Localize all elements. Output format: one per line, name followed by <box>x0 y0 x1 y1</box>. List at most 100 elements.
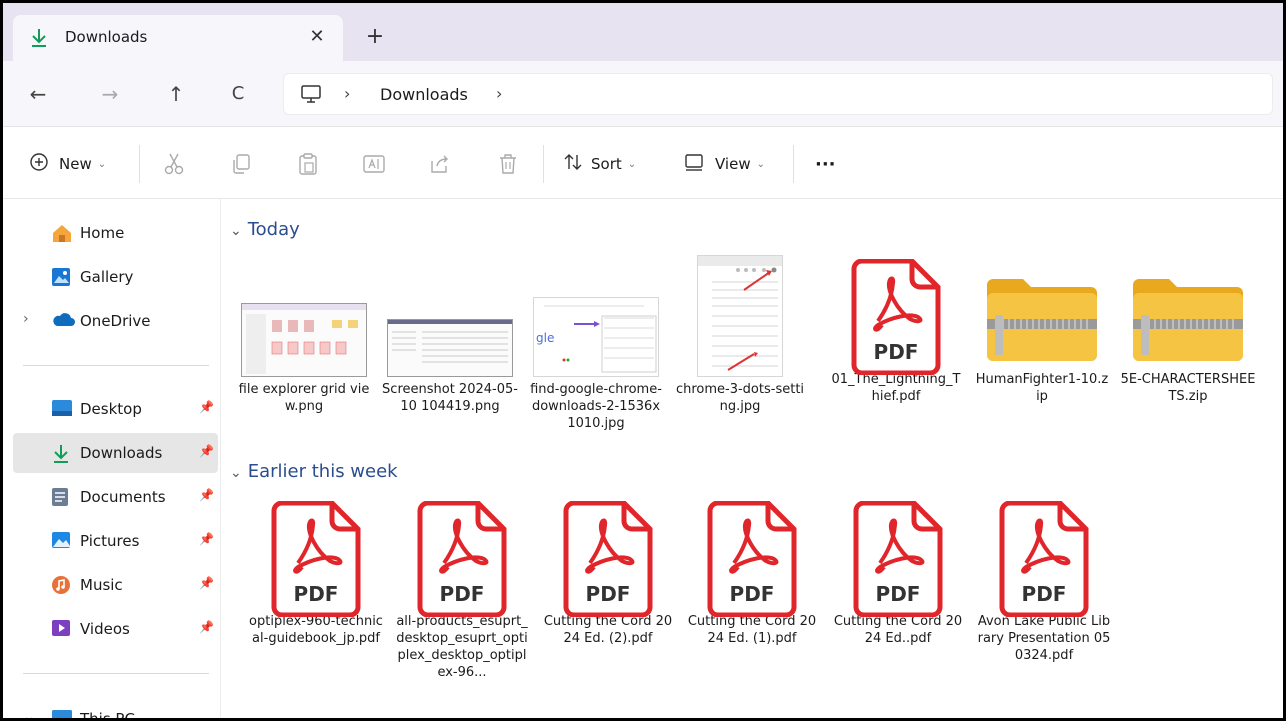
chevron-down-icon: ⌄ <box>756 158 765 170</box>
file-item[interactable]: chrome-3-dots-setting.jpg <box>672 255 808 415</box>
file-list-area: ⌄ Today file explorer grid view.png Scree… <box>222 199 1283 718</box>
pdf-icon: PDF <box>704 500 800 618</box>
pin-icon[interactable]: 📌 <box>199 532 214 546</box>
pdf-icon: PDF <box>996 500 1092 618</box>
file-item[interactable]: PDF optiplex-960-technical-guidebook_jp.… <box>248 500 384 647</box>
address-bar[interactable]: › Downloads › <box>283 73 1273 115</box>
delete-icon[interactable] <box>495 151 521 177</box>
cut-icon[interactable] <box>161 151 187 177</box>
pin-icon[interactable]: 📌 <box>199 400 214 414</box>
sort-button[interactable]: Sort ⌄ <box>563 149 636 179</box>
breadcrumb-downloads[interactable]: Downloads <box>380 85 468 104</box>
file-item[interactable]: PDF Cutting the Cord 2024 Ed..pdf <box>830 500 966 647</box>
zip-folder-icon <box>1129 271 1247 367</box>
sidebar-item-documents[interactable]: Documents 📌 <box>13 477 218 517</box>
navigation-pane: Home Gallery › OneDrive Desktop 📌 Downlo… <box>3 199 221 718</box>
back-button[interactable]: ← <box>23 79 53 109</box>
view-button[interactable]: View ⌄ <box>683 149 765 179</box>
copy-icon[interactable] <box>229 151 255 177</box>
forward-button[interactable]: → <box>95 79 125 109</box>
file-name: HumanFighter1-10.zip <box>975 372 1109 404</box>
pictures-icon <box>51 531 71 551</box>
file-item[interactable]: PDF Cutting the Cord 2024 Ed. (2).pdf <box>540 500 676 647</box>
sidebar-item-music[interactable]: Music 📌 <box>13 565 218 605</box>
group-header-today[interactable]: ⌄ Today <box>230 219 300 240</box>
file-name: 01_The_Lightning_Thief.pdf <box>831 372 961 404</box>
sidebar-item-label: Home <box>80 224 125 242</box>
file-name: optiplex-960-technical-guidebook_jp.pdf <box>249 614 383 646</box>
sidebar-item-gallery[interactable]: Gallery <box>13 257 218 297</box>
sidebar-item-label: Downloads <box>80 444 163 462</box>
new-button[interactable]: New ⌄ <box>29 149 106 179</box>
this-pc-icon[interactable] <box>300 84 322 108</box>
share-icon[interactable] <box>427 151 453 177</box>
paste-icon[interactable] <box>295 151 321 177</box>
file-name: Cutting the Cord 2024 Ed. (1).pdf <box>687 614 817 646</box>
file-name: Cutting the Cord 2024 Ed..pdf <box>833 614 963 646</box>
file-item[interactable]: 5E-CHARACTERSHEETS.zip <box>1120 271 1256 405</box>
divider <box>23 365 209 366</box>
pin-icon[interactable]: 📌 <box>199 488 214 502</box>
new-tab-button[interactable]: + <box>361 23 389 51</box>
file-item[interactable]: HumanFighter1-10.zip <box>974 271 1110 405</box>
up-button[interactable]: ↑ <box>161 79 191 109</box>
svg-text:gle: gle <box>536 331 554 345</box>
sidebar-item-label: Documents <box>80 488 166 506</box>
close-tab-icon[interactable]: ✕ <box>303 23 331 51</box>
pin-icon[interactable]: 📌 <box>199 444 214 458</box>
file-item[interactable]: PDF Cutting the Cord 2024 Ed. (1).pdf <box>684 500 820 647</box>
breadcrumb-chevron-icon[interactable]: › <box>496 84 502 103</box>
sidebar-item-pictures[interactable]: Pictures 📌 <box>13 521 218 561</box>
sidebar-item-label: Gallery <box>80 268 134 286</box>
pin-icon[interactable]: 📌 <box>199 576 214 590</box>
chevron-right-icon[interactable]: › <box>23 311 29 327</box>
rename-icon[interactable] <box>361 151 387 177</box>
chevron-down-icon[interactable]: ⌄ <box>23 709 35 718</box>
sidebar-item-videos[interactable]: Videos 📌 <box>13 609 218 649</box>
image-thumbnail <box>241 303 367 377</box>
download-arrow-icon <box>29 27 49 53</box>
file-item[interactable]: PDF 01_The_Lightning_Thief.pdf <box>828 258 964 405</box>
file-item[interactable]: PDF all-products_esuprt_desktop_esuprt_o… <box>394 500 530 681</box>
new-label: New <box>59 155 92 173</box>
gallery-icon <box>51 267 71 287</box>
tab-downloads[interactable]: Downloads ✕ <box>13 15 343 61</box>
divider <box>139 145 140 183</box>
file-name: Avon Lake Public Library Presentation 05… <box>977 614 1111 663</box>
pdf-icon: PDF <box>848 258 944 376</box>
downloads-icon <box>51 443 71 463</box>
image-thumbnail: gle <box>533 297 659 377</box>
file-name: 5E-CHARACTERSHEETS.zip <box>1120 372 1256 404</box>
file-name: all-products_esuprt_desktop_esuprt_optip… <box>396 614 528 680</box>
file-name: chrome-3-dots-setting.jpg <box>675 382 805 414</box>
sidebar-item-home[interactable]: Home <box>13 213 218 253</box>
sidebar-item-this-pc[interactable]: ⌄ This PC <box>13 699 218 718</box>
plus-circle-icon <box>29 152 49 176</box>
zip-folder-icon <box>983 271 1101 367</box>
videos-icon <box>51 619 71 639</box>
more-options-button[interactable]: ··· <box>815 149 836 179</box>
file-item[interactable]: file explorer grid view.png <box>236 303 372 415</box>
divider <box>543 145 544 183</box>
refresh-button[interactable]: C <box>223 79 253 109</box>
file-name: Screenshot 2024-05-10 104419.png <box>382 382 518 414</box>
sidebar-item-label: Music <box>80 576 123 594</box>
onedrive-icon <box>51 311 75 331</box>
navigation-bar: ← → ↑ C › Downloads › <box>3 61 1283 127</box>
sidebar-item-desktop[interactable]: Desktop 📌 <box>13 389 218 429</box>
divider <box>23 673 209 674</box>
sidebar-item-onedrive[interactable]: › OneDrive <box>13 301 218 341</box>
sidebar-item-downloads[interactable]: Downloads 📌 <box>13 433 218 473</box>
desktop-icon <box>51 399 72 419</box>
pdf-badge: PDF <box>1022 582 1067 606</box>
file-item[interactable]: PDF Avon Lake Public Library Presentatio… <box>976 500 1112 664</box>
pdf-badge: PDF <box>876 582 921 606</box>
sidebar-item-label: Pictures <box>80 532 140 550</box>
group-title: Today <box>247 219 300 240</box>
image-thumbnail <box>697 255 783 377</box>
group-header-earlier-this-week[interactable]: ⌄ Earlier this week <box>230 461 398 482</box>
file-item[interactable]: gle find-google-chrome-downloads-2-1536x… <box>528 297 664 432</box>
pin-icon[interactable]: 📌 <box>199 620 214 634</box>
breadcrumb-chevron-icon[interactable]: › <box>344 84 350 103</box>
file-item[interactable]: Screenshot 2024-05-10 104419.png <box>382 319 518 415</box>
